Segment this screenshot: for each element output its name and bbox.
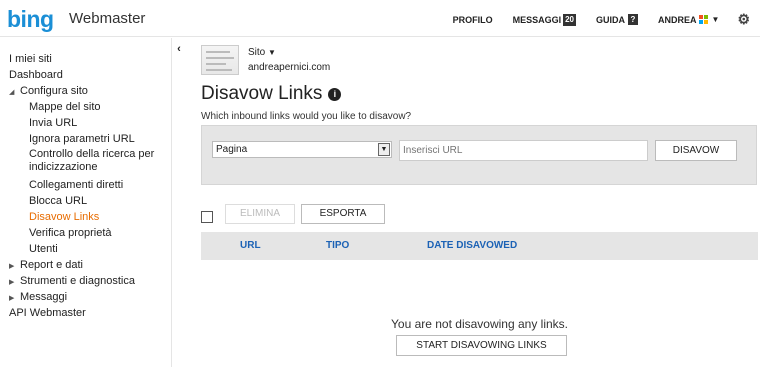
windows-live-icon bbox=[698, 14, 709, 25]
sidebar-item-sitemaps[interactable]: Mappe del sito bbox=[9, 99, 169, 115]
column-header-url[interactable]: URL bbox=[240, 240, 261, 251]
sidebar-item-label: Ignora parametri URL bbox=[29, 133, 135, 145]
sidebar-nav: I miei siti Dashboard ◢ Configura sito Ma… bbox=[9, 51, 169, 321]
start-disavowing-button[interactable]: START DISAVOWING LINKS bbox=[396, 335, 567, 356]
site-url: andreapernici.com bbox=[248, 62, 331, 73]
profile-link[interactable]: PROFILO bbox=[453, 15, 493, 25]
sidebar-item-ignore-url-params[interactable]: Ignora parametri URL bbox=[9, 131, 169, 147]
messages-label: MESSAGGI bbox=[512, 14, 562, 25]
profile-label: PROFILO bbox=[452, 14, 493, 25]
triangle-down-icon: ◢ bbox=[9, 89, 15, 96]
sidebar-item-label: Mappe del sito bbox=[29, 101, 101, 113]
sidebar-item-reports[interactable]: ▶ Report e dati bbox=[9, 257, 169, 273]
select-all-checkbox[interactable] bbox=[201, 211, 213, 223]
collapse-sidebar-chevron-left-icon[interactable]: ‹ bbox=[172, 38, 186, 60]
messages-count-badge: 20 bbox=[563, 13, 576, 26]
sidebar-item-dashboard[interactable]: Dashboard bbox=[9, 67, 169, 83]
sidebar-item-my-sites[interactable]: I miei siti bbox=[9, 51, 169, 67]
export-button[interactable]: ESPORTA bbox=[301, 204, 385, 224]
sidebar-item-deep-links[interactable]: Collegamenti diretti bbox=[9, 177, 169, 193]
sidebar-item-block-urls[interactable]: Blocca URL bbox=[9, 193, 169, 209]
chevron-down-icon: ▼ bbox=[268, 48, 276, 57]
site-thumbnail bbox=[201, 45, 239, 75]
sidebar-item-submit-url[interactable]: Invia URL bbox=[9, 115, 169, 131]
sidebar-item-label: Messaggi bbox=[20, 291, 68, 303]
sidebar-item-users[interactable]: Utenti bbox=[9, 241, 169, 257]
disavow-question: Which inbound links would you like to di… bbox=[201, 111, 412, 122]
sidebar-item-verify-ownership[interactable]: Verifica proprietà bbox=[9, 225, 169, 241]
sidebar-item-label: Invia URL bbox=[29, 117, 78, 129]
sidebar-item-label: Dashboard bbox=[9, 69, 63, 81]
page-title-text: Disavow Links bbox=[201, 83, 323, 104]
table-header: URL TIPO DATE DISAVOWED bbox=[201, 232, 758, 260]
help-link[interactable]: GUIDA ? bbox=[596, 14, 638, 25]
user-name: ANDREA bbox=[658, 14, 697, 25]
sidebar-item-disavow-links[interactable]: Disavow Links bbox=[9, 209, 169, 225]
disavow-form: Pagina ▼ DISAVOW bbox=[201, 125, 757, 185]
sidebar-item-label: Verifica proprietà bbox=[29, 227, 112, 239]
sidebar: I miei siti Dashboard ◢ Configura sito Ma… bbox=[0, 38, 172, 367]
gear-icon[interactable]: ⚙ bbox=[737, 11, 750, 28]
sidebar-item-label: API Webmaster bbox=[9, 307, 86, 319]
messages-link[interactable]: MESSAGGI 20 bbox=[512, 13, 576, 26]
page-title: Disavow Links i bbox=[201, 83, 342, 105]
type-select[interactable]: Pagina ▼ bbox=[212, 141, 392, 158]
bing-logo[interactable]: bing bbox=[7, 6, 54, 33]
user-menu[interactable]: ANDREA ▼ bbox=[658, 14, 720, 25]
info-icon[interactable]: i bbox=[328, 87, 342, 101]
sidebar-item-label: Utenti bbox=[29, 243, 58, 255]
sidebar-item-messages[interactable]: ▶ Messaggi bbox=[9, 289, 169, 305]
top-bar: bing Webmaster PROFILO MESSAGGI 20 GUIDA… bbox=[0, 0, 760, 37]
main-content: Sito ▼ andreapernici.com Disavow Links i… bbox=[201, 45, 758, 356]
help-icon: ? bbox=[628, 14, 638, 25]
sidebar-item-label: I miei siti bbox=[9, 53, 52, 65]
sidebar-item-label: Disavow Links bbox=[29, 211, 100, 223]
site-selector: Sito ▼ andreapernici.com bbox=[201, 45, 758, 81]
logo-text: bing bbox=[7, 6, 54, 32]
sidebar-item-label: Report e dati bbox=[20, 259, 83, 271]
sidebar-item-label: Collegamenti diretti bbox=[29, 179, 124, 191]
site-dropdown[interactable]: Sito ▼ bbox=[248, 47, 276, 58]
sidebar-item-label: Controllo della ricerca per indicizzazio… bbox=[29, 148, 155, 173]
column-header-date[interactable]: DATE DISAVOWED bbox=[427, 240, 517, 251]
sidebar-item-api[interactable]: API Webmaster bbox=[9, 305, 169, 321]
sidebar-item-label: Blocca URL bbox=[29, 195, 88, 207]
sidebar-item-label: Configura sito bbox=[20, 85, 88, 97]
empty-state-message: You are not disavowing any links. bbox=[391, 317, 568, 331]
top-nav: PROFILO MESSAGGI 20 GUIDA ? ANDREA ▼ ⚙ bbox=[433, 11, 750, 28]
disavow-button[interactable]: DISAVOW bbox=[655, 140, 737, 161]
chevron-down-icon: ▼ bbox=[711, 15, 720, 24]
sidebar-item-crawl-control[interactable]: Controllo della ricerca per indicizzazio… bbox=[9, 147, 169, 177]
sidebar-item-tools[interactable]: ▶ Strumenti e diagnostica bbox=[9, 273, 169, 289]
column-header-type[interactable]: TIPO bbox=[326, 240, 349, 251]
site-dropdown-label: Sito bbox=[248, 47, 266, 58]
type-select-value: Pagina bbox=[216, 144, 248, 155]
delete-button[interactable]: ELIMINA bbox=[225, 204, 295, 224]
product-name: Webmaster bbox=[69, 10, 146, 27]
url-input[interactable] bbox=[399, 140, 648, 161]
help-label: GUIDA bbox=[596, 14, 625, 25]
sidebar-item-label: Strumenti e diagnostica bbox=[20, 275, 135, 287]
sidebar-item-configure-site[interactable]: ◢ Configura sito bbox=[9, 83, 169, 99]
dropdown-arrow-icon: ▼ bbox=[378, 143, 390, 156]
